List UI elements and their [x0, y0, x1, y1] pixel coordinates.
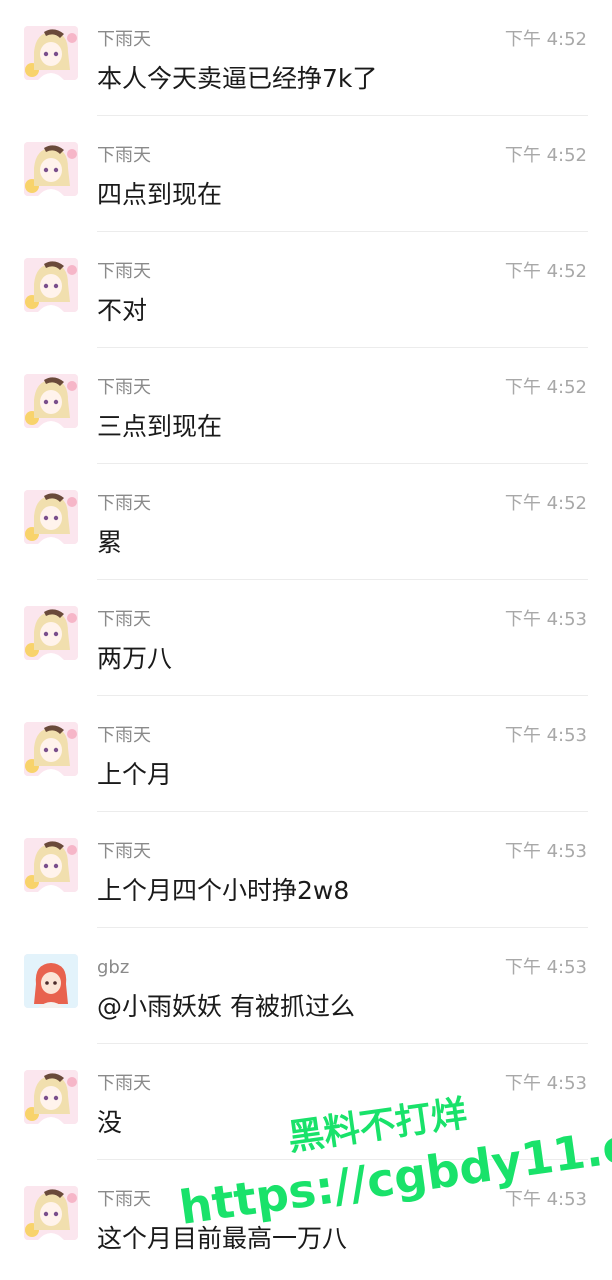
chat-message[interactable]: 下雨天 下午 4:53 这个月目前最高一万八 [0, 1160, 612, 1276]
message-time: 下午 4:53 [504, 1073, 587, 1094]
anime-girl-avatar-icon [24, 1186, 78, 1240]
avatar[interactable] [24, 1070, 78, 1124]
message-text: 本人今天卖逼已经挣7k了 [97, 64, 378, 93]
message-text: 没 [97, 1108, 123, 1137]
message-text: @小雨妖妖 有被抓过么 [97, 992, 355, 1021]
message-time: 下午 4:53 [504, 725, 587, 746]
anime-girl-avatar-icon [24, 374, 78, 428]
sender-name: 下雨天 [97, 841, 151, 862]
message-text: 累 [97, 528, 123, 557]
chat-message[interactable]: 下雨天 下午 4:52 三点到现在 [0, 348, 612, 464]
avatar[interactable] [24, 1186, 78, 1240]
message-text: 四点到现在 [97, 180, 223, 209]
chat-message-list: 下雨天 下午 4:52 本人今天卖逼已经挣7k了 下雨天 下午 4:52 四点到… [0, 0, 612, 1280]
anime-girl-avatar-icon [24, 606, 78, 660]
avatar[interactable] [24, 258, 78, 312]
chat-message[interactable]: 下雨天 下午 4:52 不对 [0, 232, 612, 348]
sender-name: 下雨天 [97, 377, 151, 398]
anime-girl-avatar-icon [24, 1070, 78, 1124]
message-text: 不对 [97, 296, 148, 325]
avatar[interactable] [24, 722, 78, 776]
message-text: 这个月目前最高一万八 [97, 1224, 348, 1253]
chat-message[interactable]: 下雨天 下午 4:52 累 [0, 464, 612, 580]
chat-message[interactable]: 下雨天 下午 4:52 四点到现在 [0, 116, 612, 232]
anime-girl-avatar-icon [24, 142, 78, 196]
chat-message[interactable]: 下雨天 下午 4:53 上个月 [0, 696, 612, 812]
message-time: 下午 4:52 [504, 261, 587, 282]
anime-girl-avatar-icon [24, 490, 78, 544]
sender-name: 下雨天 [97, 145, 151, 166]
anime-girl-avatar-icon [24, 258, 78, 312]
message-time: 下午 4:53 [504, 957, 587, 978]
avatar[interactable] [24, 490, 78, 544]
message-text: 上个月 [97, 760, 173, 789]
message-time: 下午 4:52 [504, 493, 587, 514]
chat-message[interactable]: gbz 下午 4:53 @小雨妖妖 有被抓过么 [0, 928, 612, 1044]
message-time: 下午 4:52 [504, 377, 587, 398]
message-time: 下午 4:53 [504, 1189, 587, 1210]
avatar[interactable] [24, 606, 78, 660]
avatar[interactable] [24, 26, 78, 80]
anime-girl-avatar-icon [24, 26, 78, 80]
message-text: 上个月四个小时挣2w8 [97, 876, 350, 905]
sender-name: gbz [97, 957, 130, 978]
chat-message[interactable]: 下雨天 下午 4:53 上个月四个小时挣2w8 [0, 812, 612, 928]
sender-name: 下雨天 [97, 1189, 151, 1210]
sender-name: 下雨天 [97, 261, 151, 282]
message-text: 两万八 [97, 644, 173, 673]
sender-name: 下雨天 [97, 493, 151, 514]
avatar[interactable] [24, 142, 78, 196]
sender-name: 下雨天 [97, 609, 151, 630]
sender-name: 下雨天 [97, 1073, 151, 1094]
avatar[interactable] [24, 838, 78, 892]
message-time: 下午 4:52 [504, 29, 587, 50]
anime-girl-avatar-icon [24, 838, 78, 892]
message-text: 三点到现在 [97, 412, 223, 441]
avatar[interactable] [24, 954, 78, 1008]
message-time: 下午 4:53 [504, 609, 587, 630]
chat-message[interactable]: 下雨天 下午 4:53 没 [0, 1044, 612, 1160]
chat-message[interactable]: 下雨天 下午 4:53 两万八 [0, 580, 612, 696]
red-hair-girl-avatar-icon [24, 954, 78, 1008]
message-time: 下午 4:53 [504, 841, 587, 862]
message-time: 下午 4:52 [504, 145, 587, 166]
sender-name: 下雨天 [97, 29, 151, 50]
sender-name: 下雨天 [97, 725, 151, 746]
avatar[interactable] [24, 374, 78, 428]
chat-message[interactable]: 下雨天 下午 4:52 本人今天卖逼已经挣7k了 [0, 0, 612, 116]
anime-girl-avatar-icon [24, 722, 78, 776]
